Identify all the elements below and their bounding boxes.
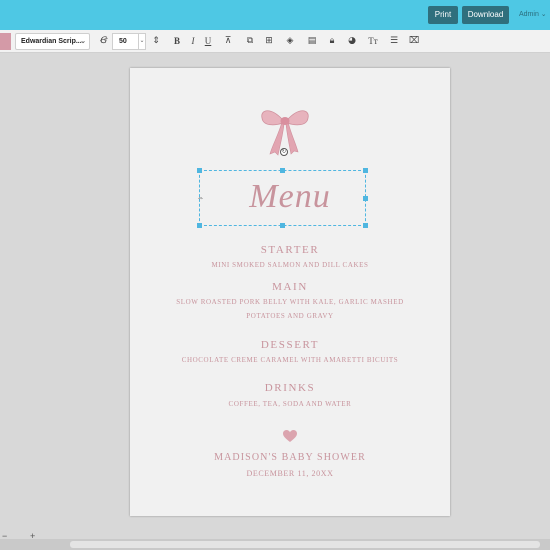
menu-item[interactable]: SLOW ROASTED PORK BELLY WITH KALE, GARLI…	[130, 298, 450, 306]
horizontal-scrollbar[interactable]	[0, 539, 550, 550]
font-family-value: Edwardian Scrip...	[21, 38, 82, 45]
duplicate-icon[interactable]: ⧉	[244, 35, 256, 48]
bold-icon[interactable]: B	[171, 35, 183, 48]
resize-handle[interactable]	[363, 168, 368, 173]
color-fill-icon[interactable]: ◕	[346, 35, 358, 48]
underline-icon[interactable]: U	[202, 35, 214, 48]
menu-item[interactable]: COFFEE, TEA, SODA AND WATER	[130, 400, 450, 408]
align-icon[interactable]: ▤	[306, 35, 318, 48]
print-button[interactable]: Print	[428, 6, 458, 24]
font-size-chevron-icon[interactable]: ⌄	[139, 33, 146, 50]
menu-item[interactable]: MINI SMOKED SALMON AND DILL CAKES	[130, 261, 450, 269]
add-element-icon[interactable]: ⊞	[263, 35, 275, 48]
menu-document[interactable]: ↻ ⇔ Menu STARTER MINI SMOKED SALMON AND …	[130, 68, 450, 516]
resize-handle[interactable]	[280, 168, 285, 173]
section-heading[interactable]: MAIN	[130, 281, 450, 293]
account-label: Admin	[519, 11, 539, 18]
heart-icon	[283, 430, 297, 442]
event-name[interactable]: MADISON'S BABY SHOWER	[130, 452, 450, 463]
chevron-down-icon: ⌄	[540, 11, 547, 18]
text-transform-icon[interactable]: Tт	[367, 35, 379, 48]
download-button[interactable]: Download	[462, 6, 509, 24]
lock-icon[interactable]: 🔒︎	[326, 35, 338, 48]
scrollbar-thumb[interactable]	[70, 541, 540, 548]
strikethrough-icon[interactable]: ⊼	[222, 35, 234, 48]
menu-item[interactable]: CHOCOLATE CREME CARAMEL WITH AMARETTI BI…	[130, 356, 450, 364]
line-height-icon[interactable]: ⇕	[150, 35, 162, 48]
layers-icon[interactable]: ◈	[284, 35, 296, 48]
text-toolbar: Edwardian Scrip... ⌄ Ꞡ 50 ⌄ ⇕ B I U ⊼ ⧉ …	[0, 30, 550, 53]
resize-handle[interactable]	[363, 223, 368, 228]
font-size-input[interactable]: 50	[112, 33, 139, 50]
menu-item[interactable]: POTATOES AND GRAVY	[130, 312, 450, 320]
account-menu[interactable]: Admin ⌄	[519, 10, 547, 18]
chevron-down-icon: ⌄	[80, 38, 86, 45]
top-bar: Print Download Admin ⌄	[0, 0, 550, 30]
font-family-select[interactable]: Edwardian Scrip... ⌄	[15, 33, 90, 50]
resize-handle[interactable]	[280, 223, 285, 228]
resize-handle[interactable]	[197, 168, 202, 173]
section-heading[interactable]: STARTER	[130, 244, 450, 256]
rotate-handle-icon[interactable]: ↻	[280, 148, 288, 156]
section-heading[interactable]: DRINKS	[130, 382, 450, 394]
menu-title[interactable]: Menu	[130, 178, 450, 216]
resize-handle[interactable]	[197, 223, 202, 228]
color-swatch[interactable]	[0, 33, 11, 50]
event-date[interactable]: DECEMBER 11, 20XX	[130, 469, 450, 478]
section-heading[interactable]: DESSERT	[130, 339, 450, 351]
text-style-icon[interactable]: Ꞡ	[97, 35, 109, 48]
clear-format-icon[interactable]: ⌧	[408, 35, 420, 48]
list-icon[interactable]: ☰	[388, 35, 400, 48]
italic-icon[interactable]: I	[187, 35, 199, 48]
